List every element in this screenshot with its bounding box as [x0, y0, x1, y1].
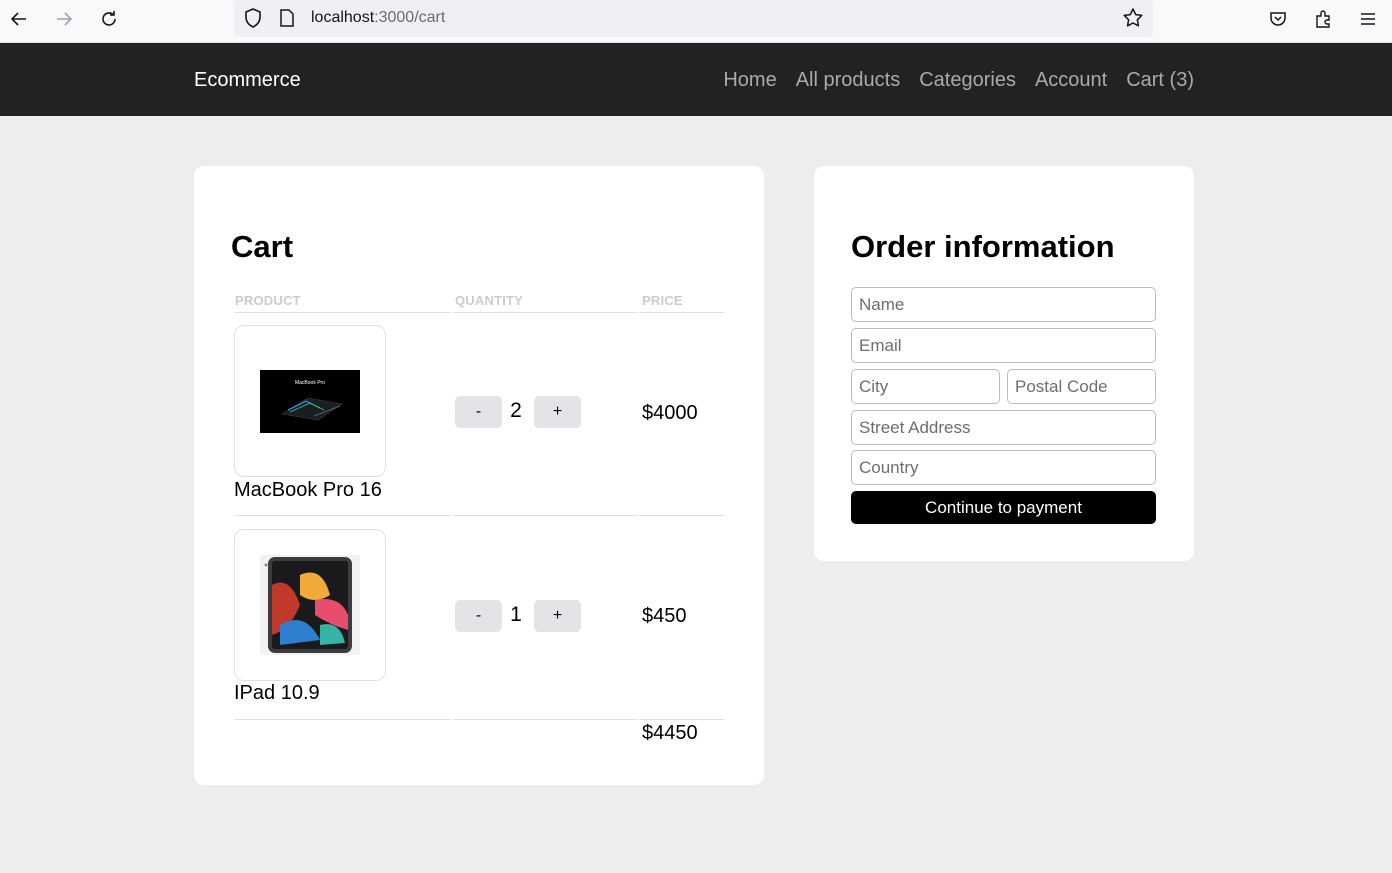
- forward-icon[interactable]: [51, 6, 77, 32]
- item-price: $450: [642, 605, 687, 627]
- divider: [453, 719, 637, 720]
- pocket-icon[interactable]: [1265, 6, 1291, 32]
- page-icon: [278, 8, 296, 33]
- city-field[interactable]: [851, 369, 1000, 404]
- extensions-icon[interactable]: [1310, 6, 1336, 32]
- site-logo[interactable]: Ecommerce: [194, 69, 301, 92]
- site-header: Ecommerce Home All products Categories A…: [0, 43, 1392, 116]
- country-field[interactable]: [851, 450, 1156, 485]
- postal-code-field[interactable]: [1007, 369, 1156, 404]
- divider: [639, 719, 724, 720]
- increase-quantity-button[interactable]: +: [534, 600, 581, 632]
- product-name: IPad 10.9: [234, 682, 320, 704]
- product-image-ipad: [234, 529, 386, 681]
- url-bar[interactable]: localhost:3000/cart: [234, 0, 1153, 37]
- nav-account[interactable]: Account: [1035, 69, 1107, 92]
- url-path: :3000/cart: [374, 9, 446, 26]
- url-host: localhost: [311, 9, 375, 26]
- bookmark-star-icon[interactable]: [1121, 6, 1145, 35]
- product-image-macbook: MacBook Pro: [234, 325, 386, 477]
- column-header-price: PRICE: [642, 293, 683, 308]
- shield-icon[interactable]: [242, 6, 264, 35]
- nav-home[interactable]: Home: [723, 69, 776, 92]
- nav-categories[interactable]: Categories: [919, 69, 1016, 92]
- order-card: Order information Continue to payment: [814, 166, 1194, 561]
- divider: [453, 515, 637, 516]
- decrease-quantity-button[interactable]: -: [455, 600, 502, 632]
- nav-all-products[interactable]: All products: [796, 69, 901, 92]
- browser-toolbar: localhost:3000/cart: [0, 0, 1392, 43]
- main-nav: Home All products Categories Account Car…: [723, 69, 1194, 92]
- product-name: MacBook Pro 16: [234, 479, 382, 501]
- divider: [234, 515, 451, 516]
- column-header-quantity: QUANTITY: [455, 293, 524, 308]
- item-price: $4000: [642, 402, 698, 424]
- macbook-image-label: MacBook Pro: [295, 380, 325, 386]
- divider: [639, 515, 724, 516]
- macbook-image: MacBook Pro: [260, 369, 360, 433]
- divider: [639, 312, 724, 313]
- url-text[interactable]: localhost:3000/cart: [311, 9, 445, 27]
- email-field[interactable]: [851, 328, 1156, 363]
- continue-to-payment-button[interactable]: Continue to payment: [851, 491, 1156, 524]
- cart-title: Cart: [231, 229, 294, 264]
- reload-icon[interactable]: [96, 6, 122, 32]
- ipad-image: [260, 555, 360, 655]
- divider: [234, 719, 451, 720]
- increase-quantity-button[interactable]: +: [534, 396, 581, 428]
- quantity-value: 1: [510, 603, 522, 626]
- back-icon[interactable]: [6, 6, 32, 32]
- order-title: Order information: [851, 229, 1115, 264]
- divider: [453, 312, 637, 313]
- decrease-quantity-button[interactable]: -: [455, 396, 502, 428]
- divider: [234, 312, 451, 313]
- column-header-product: PRODUCT: [235, 293, 301, 308]
- street-address-field[interactable]: [851, 410, 1156, 445]
- menu-icon[interactable]: [1355, 6, 1381, 32]
- nav-cart[interactable]: Cart (3): [1126, 69, 1194, 92]
- name-field[interactable]: [851, 287, 1156, 322]
- quantity-value: 2: [510, 399, 522, 422]
- cart-card: Cart PRODUCT QUANTITY PRICE MacBook Pro …: [194, 166, 764, 785]
- cart-total: $4450: [642, 722, 698, 744]
